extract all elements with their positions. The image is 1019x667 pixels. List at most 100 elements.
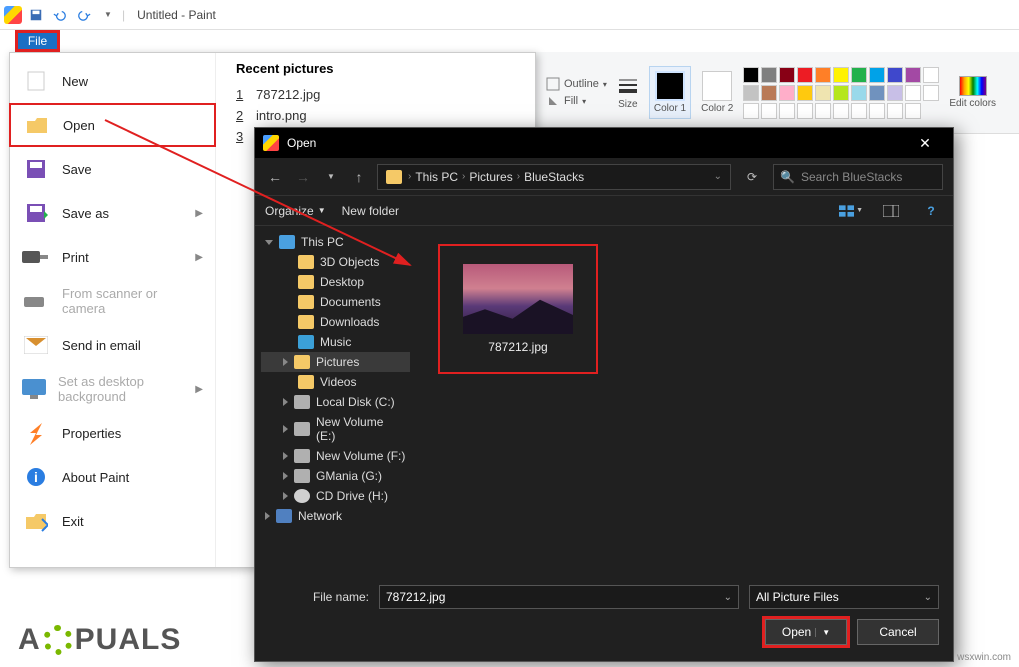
tree-item-new-volume-e-[interactable]: New Volume (E:) — [261, 412, 410, 446]
palette-color[interactable] — [887, 67, 903, 83]
palette-color[interactable] — [761, 103, 777, 119]
palette-color[interactable] — [869, 103, 885, 119]
tree-item-downloads[interactable]: Downloads — [261, 312, 410, 332]
tree-item-cd-drive-h-[interactable]: CD Drive (H:) — [261, 486, 410, 506]
palette-color[interactable] — [905, 85, 921, 101]
undo-icon[interactable] — [50, 5, 70, 25]
palette-color[interactable] — [815, 103, 831, 119]
file-menu-properties[interactable]: Properties — [10, 411, 215, 455]
color1-group[interactable]: Color 1 — [649, 66, 691, 119]
tree-item-gmania-g-[interactable]: GMania (G:) — [261, 466, 410, 486]
open-button[interactable]: Open ▼ — [765, 619, 847, 645]
expand-icon[interactable] — [265, 512, 270, 520]
palette-color[interactable] — [797, 103, 813, 119]
edit-colors-button[interactable]: Edit colors — [949, 76, 996, 109]
tree-item-network[interactable]: Network — [261, 506, 410, 526]
color2-group[interactable]: Color 2 — [701, 71, 733, 114]
tree-item-new-volume-f-[interactable]: New Volume (F:) — [261, 446, 410, 466]
file-menu-open[interactable]: Open — [9, 103, 216, 147]
breadcrumb-part[interactable]: BlueStacks — [524, 170, 584, 184]
tree-item-desktop[interactable]: Desktop — [261, 272, 410, 292]
recent-file[interactable]: 2intro.png — [236, 105, 523, 126]
qat-dropdown-icon[interactable]: ▼ — [98, 5, 118, 25]
chevron-down-icon[interactable]: ⌄ — [714, 171, 722, 182]
palette-color[interactable] — [869, 85, 885, 101]
filename-input[interactable]: 787212.jpg⌄ — [379, 585, 739, 609]
tree-item-videos[interactable]: Videos — [261, 372, 410, 392]
cancel-button[interactable]: Cancel — [857, 619, 939, 645]
save-icon[interactable] — [26, 5, 46, 25]
nav-forward-icon[interactable]: → — [293, 169, 313, 185]
palette-color[interactable] — [869, 67, 885, 83]
organize-button[interactable]: Organize ▼ — [265, 204, 326, 218]
size-group[interactable]: Size — [617, 75, 639, 110]
tree-item-pictures[interactable]: Pictures — [261, 352, 410, 372]
palette-color[interactable] — [779, 67, 795, 83]
palette-color[interactable] — [761, 85, 777, 101]
palette-color[interactable] — [905, 67, 921, 83]
expand-icon[interactable] — [283, 492, 288, 500]
preview-pane-icon[interactable] — [879, 201, 903, 221]
palette-color[interactable] — [833, 67, 849, 83]
palette-color[interactable] — [851, 67, 867, 83]
tree-item-this-pc[interactable]: This PC — [261, 232, 410, 252]
file-menu-save[interactable]: Save — [10, 147, 215, 191]
palette-color[interactable] — [815, 85, 831, 101]
nav-back-icon[interactable]: ← — [265, 169, 285, 185]
tree-item-3d-objects[interactable]: 3D Objects — [261, 252, 410, 272]
expand-icon[interactable] — [283, 472, 288, 480]
folder-tree[interactable]: This PC3D ObjectsDesktopDocumentsDownloa… — [255, 226, 410, 575]
view-mode-icon[interactable]: ▼ — [839, 201, 863, 221]
palette-color[interactable] — [743, 103, 759, 119]
breadcrumb-part[interactable]: Pictures — [469, 170, 512, 184]
palette-color[interactable] — [905, 103, 921, 119]
fill-label[interactable]: Fill — [564, 95, 578, 107]
file-thumbnail[interactable]: 787212.jpg — [438, 244, 598, 374]
palette-color[interactable] — [923, 67, 939, 83]
palette-color[interactable] — [797, 67, 813, 83]
file-pane[interactable]: 787212.jpg — [410, 226, 953, 575]
palette-color[interactable] — [779, 103, 795, 119]
close-button[interactable]: ✕ — [905, 135, 945, 152]
file-menu-print[interactable]: Print▶ — [10, 235, 215, 279]
tree-item-documents[interactable]: Documents — [261, 292, 410, 312]
palette-color[interactable] — [797, 85, 813, 101]
recent-file[interactable]: 1787212.jpg — [236, 84, 523, 105]
file-menu-new[interactable]: New — [10, 59, 215, 103]
color-palette[interactable] — [743, 67, 939, 119]
palette-color[interactable] — [743, 85, 759, 101]
expand-icon[interactable] — [283, 398, 288, 406]
tree-item-music[interactable]: Music — [261, 332, 410, 352]
palette-color[interactable] — [851, 85, 867, 101]
palette-color[interactable] — [923, 85, 939, 101]
breadcrumb-part[interactable]: This PC — [415, 170, 458, 184]
nav-up-icon[interactable]: ↑ — [349, 169, 369, 185]
palette-color[interactable] — [851, 103, 867, 119]
new-folder-button[interactable]: New folder — [342, 204, 399, 218]
palette-color[interactable] — [779, 85, 795, 101]
palette-color[interactable] — [815, 67, 831, 83]
file-menu-save-as[interactable]: Save as▶ — [10, 191, 215, 235]
palette-color[interactable] — [743, 67, 759, 83]
search-input[interactable]: 🔍 Search BlueStacks — [773, 164, 943, 190]
filetype-select[interactable]: All Picture Files⌄ — [749, 585, 939, 609]
chevron-down-icon[interactable]: ⌄ — [724, 592, 732, 603]
palette-color[interactable] — [761, 67, 777, 83]
expand-icon[interactable] — [265, 240, 273, 245]
palette-color[interactable] — [887, 103, 903, 119]
breadcrumb[interactable]: › This PC› Pictures› BlueStacks ⌄ — [377, 164, 731, 190]
redo-icon[interactable] — [74, 5, 94, 25]
file-menu-send-in-email[interactable]: Send in email — [10, 323, 215, 367]
nav-history-icon[interactable]: ▼ — [321, 172, 341, 181]
file-tab[interactable]: File — [15, 30, 60, 52]
file-menu-exit[interactable]: Exit — [10, 499, 215, 543]
chevron-down-icon[interactable]: ⌄ — [924, 592, 932, 603]
tree-item-local-disk-c-[interactable]: Local Disk (C:) — [261, 392, 410, 412]
refresh-icon[interactable]: ⟳ — [739, 170, 765, 184]
expand-icon[interactable] — [283, 358, 288, 366]
palette-color[interactable] — [887, 85, 903, 101]
palette-color[interactable] — [833, 85, 849, 101]
help-icon[interactable]: ? — [919, 201, 943, 221]
expand-icon[interactable] — [283, 452, 288, 460]
expand-icon[interactable] — [283, 425, 288, 433]
